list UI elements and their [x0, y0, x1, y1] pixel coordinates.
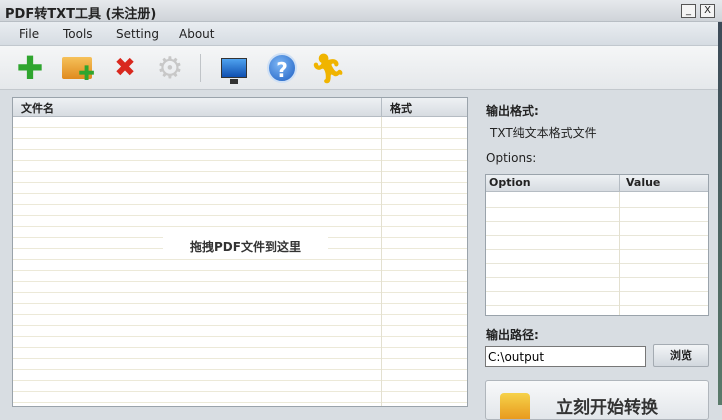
drop-hint: 拖拽PDF文件到这里	[163, 236, 328, 258]
plus-icon: ✚	[16, 49, 44, 87]
delete-icon: ✖	[114, 53, 136, 83]
settings-panel: 输出格式: TXT纯文本格式文件 Options: Option Value 输…	[478, 92, 722, 420]
menu-setting[interactable]: Setting	[116, 27, 159, 41]
running-man-icon: 🏃︎	[310, 51, 346, 85]
add-file-button[interactable]: ✚	[14, 49, 46, 87]
options-label: Options:	[486, 151, 537, 165]
start-convert-button[interactable]: 立刻开始转换	[485, 380, 709, 420]
add-folder-button[interactable]: ✚	[61, 52, 95, 85]
menu-bar: File Tools Setting About	[0, 22, 722, 46]
toolbar: ✚ ✚ ✖ ⚙ ? 🏃︎	[0, 46, 722, 90]
settings-button[interactable]: ⚙	[154, 50, 186, 86]
run-button[interactable]: 🏃︎	[310, 51, 346, 85]
window-title: PDF转TXT工具 (未注册)	[5, 7, 157, 22]
column-header-value[interactable]: Value	[620, 175, 708, 192]
help-icon: ?	[267, 53, 297, 83]
file-list[interactable]: 文件名 格式 拖拽PDF文件到这里	[12, 97, 468, 407]
output-path-label: 输出路径:	[486, 328, 539, 342]
remove-button[interactable]: ✖	[109, 52, 141, 84]
output-path-input[interactable]	[485, 346, 646, 367]
output-format-label: 输出格式:	[486, 104, 539, 118]
minimize-button[interactable]: _	[681, 4, 696, 18]
convert-icon	[500, 393, 530, 419]
menu-about[interactable]: About	[179, 27, 214, 41]
help-button[interactable]: ?	[266, 52, 298, 84]
output-format-value: TXT纯文本格式文件	[490, 126, 597, 140]
start-convert-label: 立刻开始转换	[556, 398, 658, 418]
column-divider	[619, 175, 620, 315]
file-list-rows	[13, 117, 467, 406]
menu-tools[interactable]: Tools	[63, 27, 93, 41]
folder-add-icon: ✚	[62, 57, 95, 85]
options-rows	[486, 194, 708, 315]
column-header-option[interactable]: Option	[486, 175, 620, 192]
toolbar-separator	[200, 54, 201, 82]
browse-button[interactable]: 浏览	[653, 344, 709, 367]
options-table[interactable]: Option Value	[485, 174, 709, 316]
column-divider	[381, 98, 382, 406]
close-button[interactable]: X	[700, 4, 715, 18]
monitor-icon	[221, 58, 247, 84]
desktop-edge	[718, 22, 722, 405]
title-bar: PDF转TXT工具 (未注册) _ X	[0, 0, 722, 22]
gear-icon: ⚙	[156, 50, 184, 86]
column-header-format[interactable]: 格式	[382, 98, 467, 117]
menu-file[interactable]: File	[19, 27, 39, 41]
column-header-filename[interactable]: 文件名	[13, 98, 382, 117]
monitor-button[interactable]	[218, 52, 250, 84]
